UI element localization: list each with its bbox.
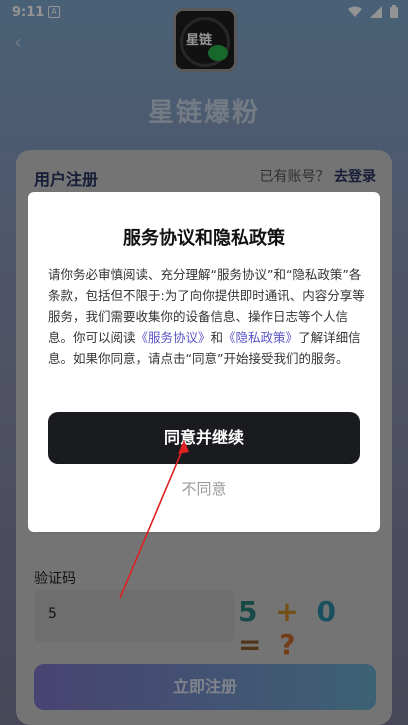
service-agreement-link[interactable]: 《服务协议》 xyxy=(136,330,211,345)
dialog-body: 请你务必审慎阅读、充分理解“服务协议”和“隐私政策”各条款，包括但不限于:为了向… xyxy=(48,267,365,366)
disagree-button[interactable]: 不同意 xyxy=(28,478,380,499)
dialog-title: 服务协议和隐私政策 xyxy=(123,228,285,249)
privacy-dialog: 服务协议和隐私政策 请你务必审慎阅读、充分理解“服务协议”和“隐私政策”各条款，… xyxy=(28,192,380,532)
agree-continue-button[interactable]: 同意并继续 xyxy=(48,412,360,464)
privacy-policy-link[interactable]: 《隐私政策》 xyxy=(223,330,298,345)
